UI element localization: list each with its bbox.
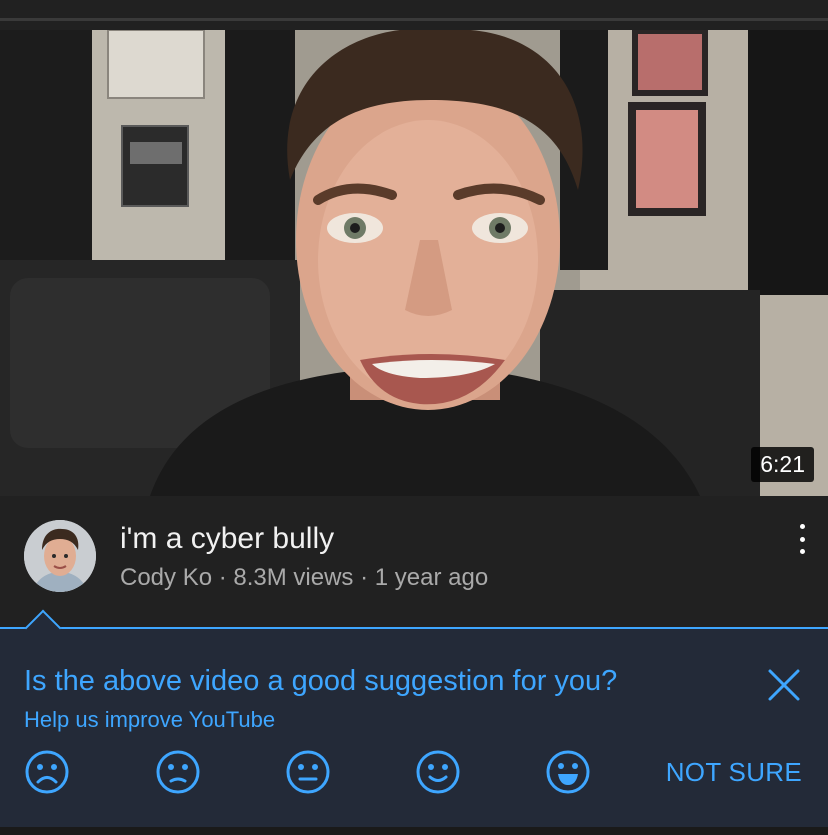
video-title[interactable]: i'm a cyber bully [120, 522, 334, 556]
video-meta: i'm a cyber bully Cody Ko · 8.3M views ·… [0, 496, 828, 626]
channel-avatar[interactable] [24, 520, 96, 592]
suggestion-survey: Is the above video a good suggestion for… [0, 609, 828, 829]
upload-age: 1 year ago [374, 564, 489, 591]
close-icon[interactable] [766, 667, 802, 703]
separator: · [212, 564, 234, 591]
slight-smile-face-icon[interactable] [415, 749, 461, 795]
survey-question: Is the above video a good suggestion for… [24, 665, 618, 697]
more-options-icon[interactable] [790, 524, 814, 554]
video-subtitle: Cody Ko · 8.3M views · 1 year ago [120, 564, 488, 592]
neutral-face-icon[interactable] [285, 749, 331, 795]
channel-name[interactable]: Cody Ko [120, 564, 212, 591]
survey-helper: Help us improve YouTube [24, 707, 276, 732]
video-thumbnail[interactable]: 6:21 [0, 30, 828, 496]
not-sure-button[interactable]: NOT SURE [666, 757, 802, 788]
big-smile-face-icon[interactable] [545, 749, 591, 795]
top-strip [0, 0, 828, 30]
avatar-image [24, 520, 96, 592]
thumbnail-image [0, 30, 828, 496]
bottom-edge [0, 827, 828, 835]
view-count: 8.3M views [233, 564, 354, 591]
sad-face-icon[interactable] [155, 749, 201, 795]
separator: · [353, 564, 375, 591]
divider [0, 18, 828, 21]
duration-badge: 6:21 [751, 447, 814, 482]
very-sad-face-icon[interactable] [24, 749, 70, 795]
